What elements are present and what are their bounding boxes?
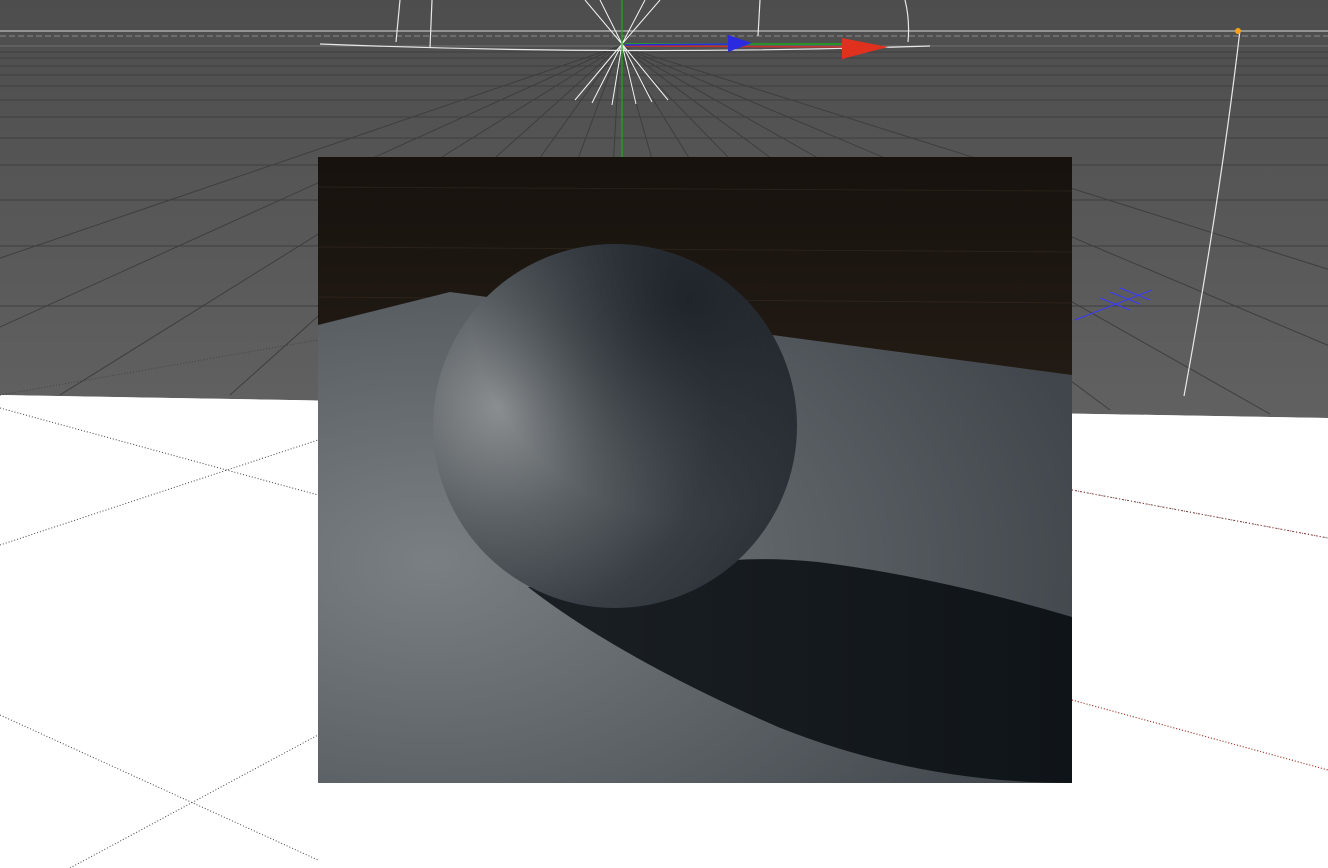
- camera-dot: [1235, 28, 1241, 34]
- interactive-render-region[interactable]: [318, 157, 1072, 783]
- render-image: [318, 157, 1072, 783]
- viewport-canvas[interactable]: [0, 0, 1328, 868]
